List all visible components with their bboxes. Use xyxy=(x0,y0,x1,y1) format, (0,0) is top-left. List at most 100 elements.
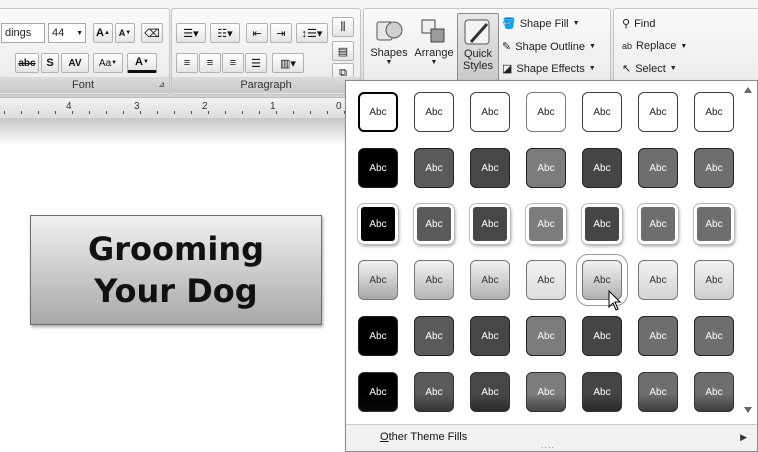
style-swatch[interactable]: Abc xyxy=(526,260,566,300)
arrange-button[interactable]: Arrange ▼ xyxy=(412,13,456,66)
eraser-icon: ⌫ xyxy=(144,27,160,40)
font-group: dings 44 ▼ A ▲ A ▼ ⌫ abc S AV Aa ▼ A ▼ F… xyxy=(0,8,170,95)
style-swatch[interactable]: Abc xyxy=(582,92,622,132)
shape-effects-icon: ◪ xyxy=(502,63,513,75)
shapes-label: Shapes xyxy=(370,47,408,59)
style-swatch[interactable]: Abc xyxy=(414,260,454,300)
text-direction-button[interactable]: ⫼ xyxy=(332,17,354,37)
line-spacing-button[interactable]: ↕☰▾ xyxy=(296,23,328,43)
slide-title-line-1: Grooming xyxy=(87,230,264,268)
style-swatch[interactable]: Abc xyxy=(470,148,510,188)
style-swatch[interactable]: Abc xyxy=(358,148,398,188)
character-spacing-button[interactable]: AV xyxy=(61,53,89,73)
style-swatch[interactable]: Abc xyxy=(694,260,734,300)
shapes-icon xyxy=(376,21,403,41)
style-swatch[interactable]: Abc xyxy=(638,92,678,132)
style-swatch[interactable]: Abc xyxy=(582,316,622,356)
style-swatch[interactable]: Abc xyxy=(414,316,454,356)
style-swatch[interactable]: Abc xyxy=(694,92,734,132)
style-swatch[interactable]: Abc xyxy=(358,316,398,356)
decrease-indent-button[interactable]: ⇤ xyxy=(246,23,268,43)
style-swatch[interactable]: Abc xyxy=(582,204,622,244)
paragraph-group-label: Paragraph xyxy=(172,77,360,93)
style-swatch[interactable]: Abc xyxy=(638,372,678,412)
style-swatch[interactable]: Abc xyxy=(470,92,510,132)
style-swatch[interactable]: Abc xyxy=(358,260,398,300)
style-swatch[interactable]: Abc xyxy=(694,148,734,188)
quick-styles-button[interactable]: Quick Styles xyxy=(457,13,499,85)
columns-button[interactable]: ▥▾ xyxy=(272,53,304,73)
style-swatch[interactable]: Abc xyxy=(526,92,566,132)
shape-effects-label: Shape Effects xyxy=(516,62,585,75)
justify-button[interactable]: ☰ xyxy=(245,53,267,73)
style-swatch[interactable]: Abc xyxy=(694,372,734,412)
select-button[interactable]: ↖ Select ▼ xyxy=(622,62,677,76)
shrink-font-button[interactable]: A ▼ xyxy=(115,23,135,43)
line-spacing-icon: ↕☰▾ xyxy=(301,27,323,40)
dialog-launcher-icon[interactable]: ⊿ xyxy=(158,77,165,93)
find-button[interactable]: ⚲ Find xyxy=(622,17,655,31)
change-case-button[interactable]: Aa ▼ xyxy=(93,53,123,73)
replace-button[interactable]: ab Replace ▼ xyxy=(622,40,687,52)
shape-effects-button[interactable]: ◪ Shape Effects ▼ xyxy=(502,62,596,76)
change-case-label: Aa xyxy=(98,57,112,69)
style-swatch[interactable]: Abc xyxy=(358,372,398,412)
style-swatch[interactable]: Abc xyxy=(470,260,510,300)
grow-font-button[interactable]: A ▲ xyxy=(93,23,113,43)
font-color-button[interactable]: A ▼ xyxy=(127,53,157,73)
align-left-button[interactable]: ≡ xyxy=(176,53,198,73)
quick-styles-label-2: Styles xyxy=(463,60,493,72)
replace-label: Replace xyxy=(636,40,677,52)
align-center-button[interactable]: ≡ xyxy=(199,53,221,73)
style-swatch[interactable]: Abc xyxy=(414,148,454,188)
style-swatch[interactable]: Abc xyxy=(358,92,398,132)
align-left-icon: ≡ xyxy=(183,57,191,69)
shape-outline-button[interactable]: ✎ Shape Outline ▼ xyxy=(502,40,596,54)
numbering-button[interactable]: ☷▾ xyxy=(210,23,240,43)
style-swatch[interactable]: Abc xyxy=(582,372,622,412)
style-swatch[interactable]: Abc xyxy=(526,148,566,188)
style-swatch[interactable]: Abc xyxy=(638,204,678,244)
ruler-number: 2 xyxy=(202,101,208,112)
style-swatch[interactable]: Abc xyxy=(470,316,510,356)
style-swatch[interactable]: Abc xyxy=(414,92,454,132)
style-swatch[interactable]: Abc xyxy=(638,260,678,300)
font-size-field[interactable]: 44 ▼ xyxy=(48,23,86,43)
increase-indent-button[interactable]: ⇥ xyxy=(270,23,292,43)
slide-title-line-2: Your Dog xyxy=(94,272,258,310)
style-swatch[interactable]: Abc xyxy=(470,372,510,412)
style-swatch[interactable]: Abc xyxy=(414,372,454,412)
align-text-icon: ▤ xyxy=(337,45,349,58)
paintbrush-icon xyxy=(464,19,490,45)
style-swatch[interactable]: Abc xyxy=(414,204,454,244)
title-shape[interactable]: Grooming Your Dog xyxy=(30,215,322,325)
style-swatch[interactable]: Abc xyxy=(358,204,398,244)
gallery-scrollbar[interactable] xyxy=(741,85,755,415)
chevron-down-icon: ▼ xyxy=(588,43,596,50)
style-swatch[interactable]: Abc xyxy=(582,148,622,188)
style-swatch[interactable]: Abc xyxy=(470,204,510,244)
shapes-button[interactable]: Shapes ▼ xyxy=(368,13,410,66)
align-text-button[interactable]: ▤ xyxy=(332,41,354,61)
bullets-button[interactable]: ☰▾ xyxy=(176,23,206,43)
chevron-down-icon: ▼ xyxy=(385,59,393,66)
shape-fill-button[interactable]: 🪣 Shape Fill ▼ xyxy=(502,17,580,31)
align-right-button[interactable]: ≡ xyxy=(222,53,244,73)
resize-grip[interactable]: .... xyxy=(541,440,555,450)
text-shadow-button[interactable]: S xyxy=(41,53,59,73)
style-swatch[interactable]: Abc xyxy=(638,148,678,188)
clear-formatting-button[interactable]: ⌫ xyxy=(141,23,163,43)
style-swatch[interactable]: Abc xyxy=(638,316,678,356)
style-swatch[interactable]: Abc xyxy=(694,316,734,356)
align-center-icon: ≡ xyxy=(206,57,214,69)
ruler-tick xyxy=(55,111,56,114)
style-swatch[interactable]: Abc xyxy=(526,316,566,356)
style-swatch[interactable]: Abc xyxy=(694,204,734,244)
ruler-tick xyxy=(191,111,192,114)
strikethrough-button[interactable]: abc xyxy=(15,53,39,73)
spacing-label: AV xyxy=(68,57,82,69)
style-swatch[interactable]: Abc xyxy=(526,204,566,244)
numbered-list-icon: ☷▾ xyxy=(217,27,233,40)
style-swatch[interactable]: Abc xyxy=(526,372,566,412)
font-name-field[interactable]: dings xyxy=(1,23,45,43)
